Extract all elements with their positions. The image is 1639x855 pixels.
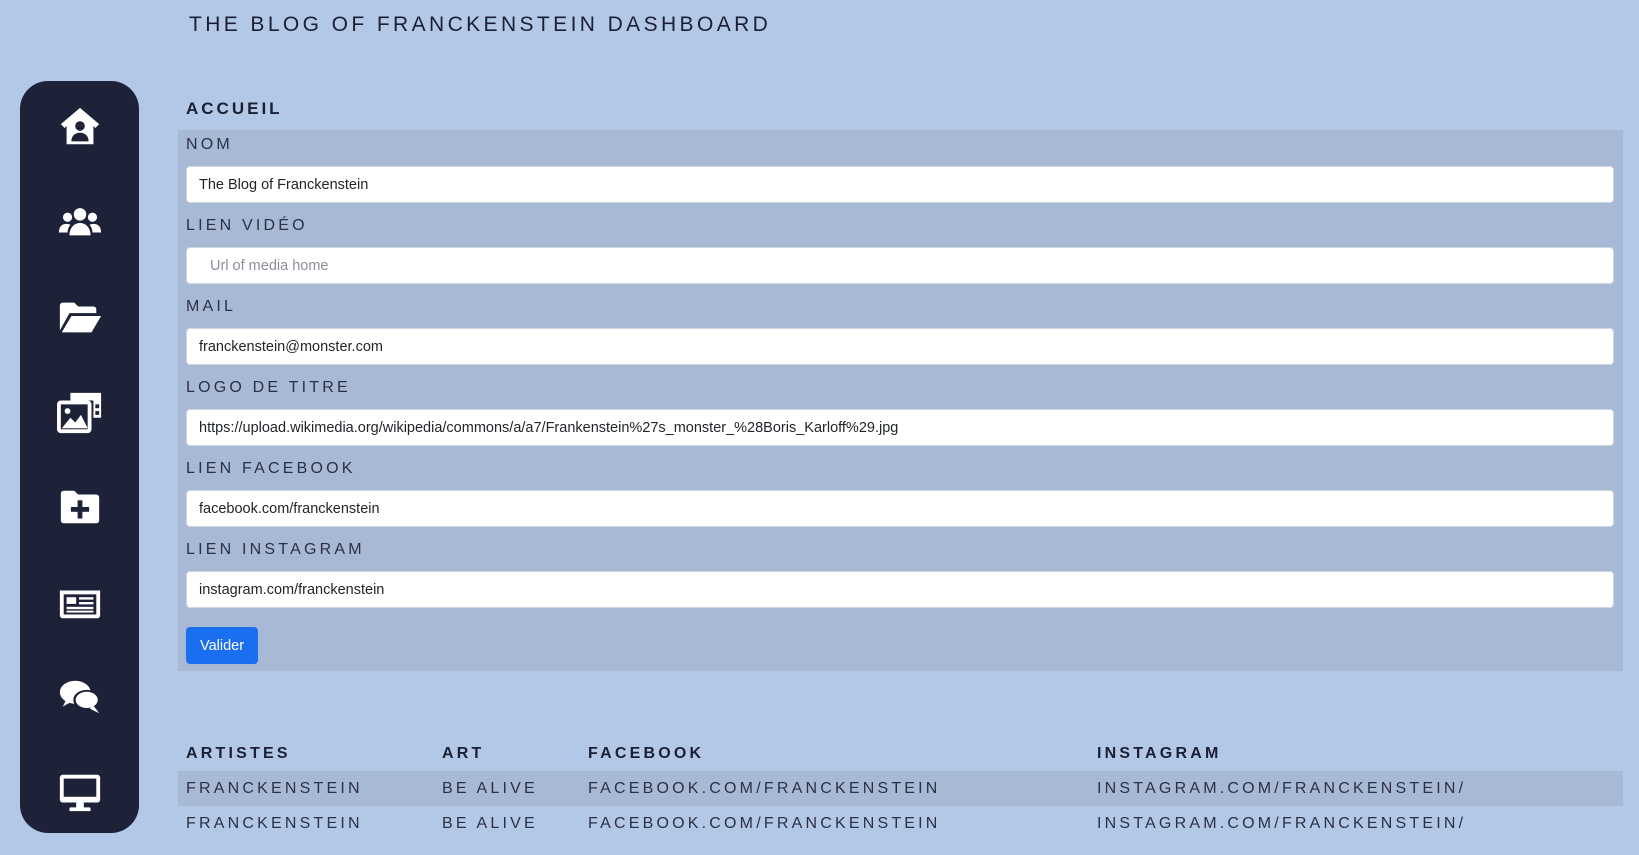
- mail-input[interactable]: [186, 328, 1614, 365]
- instagram-cell: INSTAGRAM.COM/FRANCKENSTEIN/: [1097, 780, 1467, 797]
- home-user-icon: [60, 107, 99, 145]
- sidebar-item-users[interactable]: [20, 192, 139, 252]
- sidebar-item-media[interactable]: [20, 382, 139, 442]
- video-link-input[interactable]: [186, 247, 1614, 284]
- facebook-link-input[interactable]: [186, 490, 1614, 527]
- sidebar-item-articles[interactable]: [20, 572, 139, 632]
- sidebar-item-add-folder[interactable]: [20, 477, 139, 537]
- facebook-link-label: LIEN FACEBOOK: [186, 460, 356, 477]
- column-header-art: ART: [442, 745, 485, 762]
- video-link-label: LIEN VIDÉO: [186, 217, 308, 234]
- artist-cell: FRANCKENSTEIN: [186, 815, 363, 832]
- comments-icon: [59, 680, 100, 714]
- name-label: NOM: [186, 136, 233, 153]
- newspaper-icon: [59, 590, 100, 619]
- instagram-cell: INSTAGRAM.COM/FRANCKENSTEIN/: [1097, 815, 1467, 832]
- sidebar: [20, 81, 139, 833]
- art-cell: BE ALIVE: [442, 815, 538, 832]
- artist-cell: FRANCKENSTEIN: [186, 780, 363, 797]
- instagram-link-label: LIEN INSTAGRAM: [186, 541, 365, 558]
- title-logo-input[interactable]: [186, 409, 1614, 446]
- folder-plus-icon: [60, 490, 99, 524]
- desktop-icon: [59, 774, 100, 812]
- name-input[interactable]: [186, 166, 1614, 203]
- section-title: ACCUEIL: [186, 99, 283, 118]
- sidebar-item-folders[interactable]: [20, 287, 139, 347]
- sidebar-item-comments[interactable]: [20, 667, 139, 727]
- column-header-instagram: INSTAGRAM: [1097, 745, 1222, 762]
- table-row: FRANCKENSTEIN BE ALIVE FACEBOOK.COM/FRAN…: [178, 806, 1623, 841]
- table-header-row: ARTISTES ART FACEBOOK INSTAGRAM: [178, 736, 1623, 771]
- settings-form: NOM LIEN VIDÉO MAIL LOGO DE TITRE LIEN F…: [178, 130, 1623, 671]
- instagram-link-input[interactable]: [186, 571, 1614, 608]
- users-icon: [58, 208, 101, 236]
- title-logo-label: LOGO DE TITRE: [186, 379, 351, 396]
- app-title: THE BLOG OF FRANCKENSTEIN DASHBOARD: [189, 13, 772, 36]
- facebook-cell: FACEBOOK.COM/FRANCKENSTEIN: [588, 780, 941, 797]
- folder-open-icon: [59, 302, 101, 333]
- sidebar-item-home[interactable]: [20, 97, 139, 157]
- table-row: FRANCKENSTEIN BE ALIVE FACEBOOK.COM/FRAN…: [178, 771, 1623, 806]
- mail-label: MAIL: [186, 298, 237, 315]
- facebook-cell: FACEBOOK.COM/FRANCKENSTEIN: [588, 815, 941, 832]
- submit-button[interactable]: Valider: [186, 627, 258, 664]
- sidebar-item-display[interactable]: [20, 762, 139, 822]
- column-header-facebook: FACEBOOK: [588, 745, 705, 762]
- art-cell: BE ALIVE: [442, 780, 538, 797]
- photo-video-icon: [56, 392, 101, 434]
- artists-table: ARTISTES ART FACEBOOK INSTAGRAM FRANCKEN…: [178, 736, 1623, 841]
- column-header-artists: ARTISTES: [186, 745, 291, 762]
